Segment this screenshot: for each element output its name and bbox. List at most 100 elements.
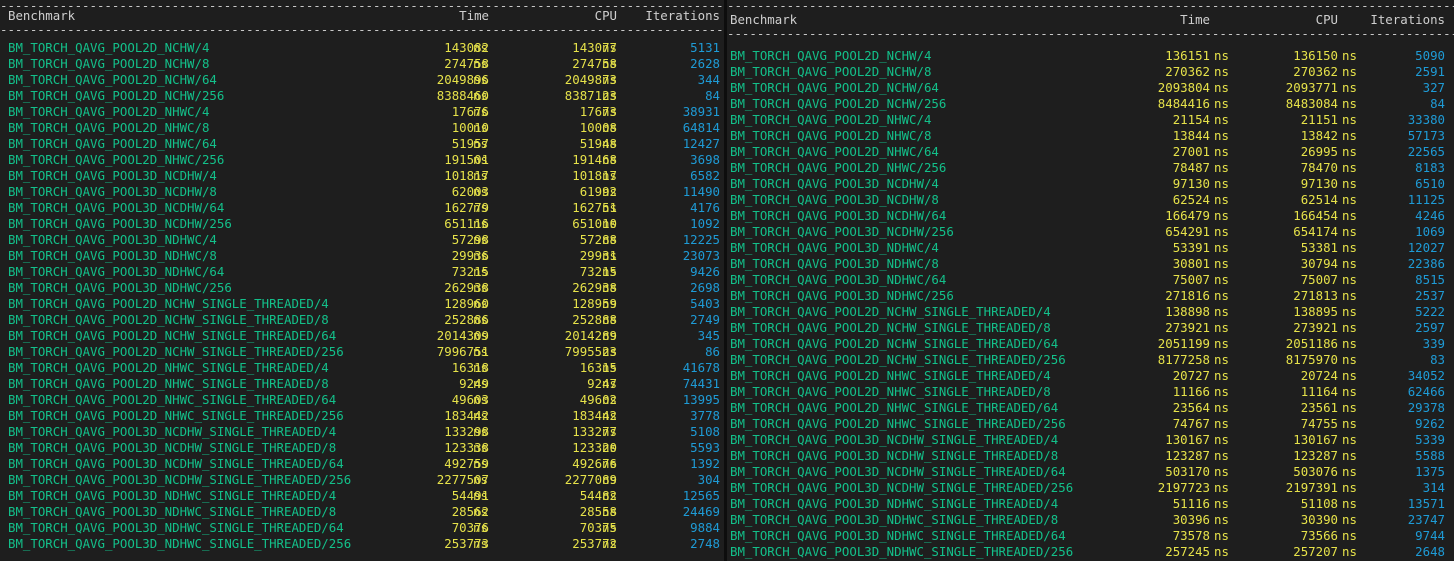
benchmark-name: BM_TORCH_QAVG_POOL2D_NCHW_SINGLE_THREADE… [730, 320, 1051, 335]
time-value: 123287 [1165, 448, 1210, 463]
table-row: BM_TORCH_QAVG_POOL3D_NCDHW/64 162779 ns 162… [0, 200, 724, 216]
cpu-value: 270362 [1293, 64, 1338, 79]
cpu-unit: ns [602, 360, 617, 375]
table-row: BM_TORCH_QAVG_POOL2D_NCHW/4 143082 ns 14307… [0, 40, 724, 56]
benchmark-name: BM_TORCH_QAVG_POOL3D_NCDHW/8 [8, 184, 217, 199]
table-row: BM_TORCH_QAVG_POOL3D_NDHWC/64 73215 ns 7321… [0, 264, 724, 280]
time-unit: ns [473, 72, 488, 87]
benchmark-name: BM_TORCH_QAVG_POOL3D_NCDHW/64 [730, 208, 947, 223]
benchmark-name: BM_TORCH_QAVG_POOL2D_NHWC_SINGLE_THREADE… [730, 416, 1066, 431]
table-row: BM_TORCH_QAVG_POOL2D_NCHW/8 270362 ns 27036… [727, 64, 1454, 80]
time-value: 270362 [1165, 64, 1210, 79]
time-value: 27001 [1172, 144, 1210, 159]
iterations-value: 74431 [682, 376, 720, 391]
cpu-unit: ns [1342, 176, 1357, 191]
table-row: BM_TORCH_QAVG_POOL3D_NDHWC/8 30801 ns 30794… [727, 256, 1454, 272]
benchmark-name: BM_TORCH_QAVG_POOL2D_NHWC_SINGLE_THREADE… [730, 400, 1059, 415]
benchmark-name: BM_TORCH_QAVG_POOL3D_NCDHW/256 [730, 224, 954, 239]
time-value: 11166 [1172, 384, 1210, 399]
cpu-unit: ns [602, 408, 617, 423]
benchmark-name: BM_TORCH_QAVG_POOL2D_NHWC/4 [730, 112, 932, 127]
cpu-value: 51108 [1300, 496, 1338, 511]
time-unit: ns [473, 376, 488, 391]
time-unit: ns [473, 456, 488, 471]
table-row: BM_TORCH_QAVG_POOL3D_NCDHW_SINGLE_THREAD… [727, 448, 1454, 464]
iterations-value: 9426 [690, 264, 720, 279]
table-row: BM_TORCH_QAVG_POOL2D_NHWC_SINGLE_THREADE… [727, 416, 1454, 432]
benchmark-name: BM_TORCH_QAVG_POOL2D_NHWC/64 [8, 136, 217, 151]
benchmark-name: BM_TORCH_QAVG_POOL3D_NDHWC_SINGLE_THREAD… [8, 536, 352, 551]
time-value: 51116 [1172, 496, 1210, 511]
cpu-value: 30390 [1300, 512, 1338, 527]
benchmark-name: BM_TORCH_QAVG_POOL2D_NHWC/64 [730, 144, 939, 159]
iterations-value: 2597 [1415, 320, 1445, 335]
time-unit: ns [1214, 80, 1229, 95]
benchmark-name: BM_TORCH_QAVG_POOL2D_NHWC/8 [8, 120, 210, 135]
cpu-unit: ns [1342, 128, 1357, 143]
cpu-unit: ns [602, 200, 617, 215]
table-row: BM_TORCH_QAVG_POOL2D_NHWC_SINGLE_THREADE… [727, 400, 1454, 416]
cpu-value: 74755 [1300, 416, 1338, 431]
table-row: BM_TORCH_QAVG_POOL3D_NCDHW_SINGLE_THREAD… [727, 464, 1454, 480]
iterations-value: 12427 [682, 136, 720, 151]
time-unit: ns [1214, 544, 1229, 559]
time-value: 78487 [1172, 160, 1210, 175]
benchmark-name: BM_TORCH_QAVG_POOL3D_NDHWC_SINGLE_THREAD… [730, 544, 1074, 559]
iterations-value: 6582 [690, 168, 720, 183]
time-unit: ns [1214, 320, 1229, 335]
iterations-value: 12565 [682, 488, 720, 503]
header-cpu: CPU [594, 8, 617, 23]
time-value: 2093804 [1157, 80, 1210, 95]
benchmark-name: BM_TORCH_QAVG_POOL3D_NDHWC/8 [8, 248, 217, 263]
cpu-value: 26995 [1300, 144, 1338, 159]
iterations-value: 22565 [1407, 144, 1445, 159]
benchmark-name: BM_TORCH_QAVG_POOL3D_NDHWC/8 [730, 256, 939, 271]
iterations-value: 11125 [1407, 192, 1445, 207]
cpu-unit: ns [1342, 80, 1357, 95]
cpu-unit: ns [1342, 288, 1357, 303]
cpu-unit: ns [602, 136, 617, 151]
time-unit: ns [1214, 144, 1229, 159]
time-unit: ns [473, 120, 488, 135]
time-unit: ns [473, 488, 488, 503]
separator-header: ----------------------------------------… [727, 28, 1454, 36]
time-unit: ns [473, 216, 488, 231]
iterations-value: 38931 [682, 104, 720, 119]
table-row: BM_TORCH_QAVG_POOL3D_NCDHW/256 654291 ns 65… [727, 224, 1454, 240]
cpu-unit: ns [1342, 304, 1357, 319]
benchmark-name: BM_TORCH_QAVG_POOL2D_NCHW/64 [8, 72, 217, 87]
table-row: BM_TORCH_QAVG_POOL3D_NCDHW/4 101817 ns 1018… [0, 168, 724, 184]
iterations-value: 11490 [682, 184, 720, 199]
benchmark-name: BM_TORCH_QAVG_POOL3D_NCDHW_SINGLE_THREAD… [8, 424, 337, 439]
time-unit: ns [473, 56, 488, 71]
time-value: 75007 [1172, 272, 1210, 287]
table-row: BM_TORCH_QAVG_POOL3D_NCDHW_SINGLE_THREAD… [727, 432, 1454, 448]
time-unit: ns [1214, 112, 1229, 127]
cpu-unit: ns [602, 376, 617, 391]
cpu-value: 273921 [1293, 320, 1338, 335]
benchmark-name: BM_TORCH_QAVG_POOL3D_NCDHW/8 [730, 192, 939, 207]
table-row: BM_TORCH_QAVG_POOL2D_NHWC/8 10010 ns 10008 n… [0, 120, 724, 136]
time-unit: ns [1214, 464, 1229, 479]
iterations-value: 3778 [690, 408, 720, 423]
cpu-unit: ns [1342, 48, 1357, 63]
benchmark-rows: BM_TORCH_QAVG_POOL2D_NCHW/4 136151 ns 13615… [727, 48, 1454, 560]
table-row: BM_TORCH_QAVG_POOL2D_NHWC/256 191501 ns 191… [0, 152, 724, 168]
table-row: BM_TORCH_QAVG_POOL3D_NDHWC_SINGLE_THREAD… [0, 504, 724, 520]
benchmark-name: BM_TORCH_QAVG_POOL2D_NHWC_SINGLE_THREADE… [8, 408, 344, 423]
iterations-value: 339 [1422, 336, 1445, 351]
table-row: BM_TORCH_QAVG_POOL3D_NDHWC/4 57298 ns 57288… [0, 232, 724, 248]
iterations-value: 41678 [682, 360, 720, 375]
iterations-value: 83 [1430, 352, 1445, 367]
cpu-unit: ns [1342, 448, 1357, 463]
iterations-value: 1069 [1415, 224, 1445, 239]
cpu-value: 73566 [1300, 528, 1338, 543]
iterations-value: 23073 [682, 248, 720, 263]
table-row: BM_TORCH_QAVG_POOL2D_NHWC/4 17676 ns 17673 n… [0, 104, 724, 120]
cpu-unit: ns [1342, 432, 1357, 447]
table-row: BM_TORCH_QAVG_POOL2D_NHWC_SINGLE_THREADE… [0, 360, 724, 376]
cpu-unit: ns [602, 104, 617, 119]
cpu-unit: ns [602, 424, 617, 439]
cpu-value: 138895 [1293, 304, 1338, 319]
time-unit: ns [1214, 96, 1229, 111]
